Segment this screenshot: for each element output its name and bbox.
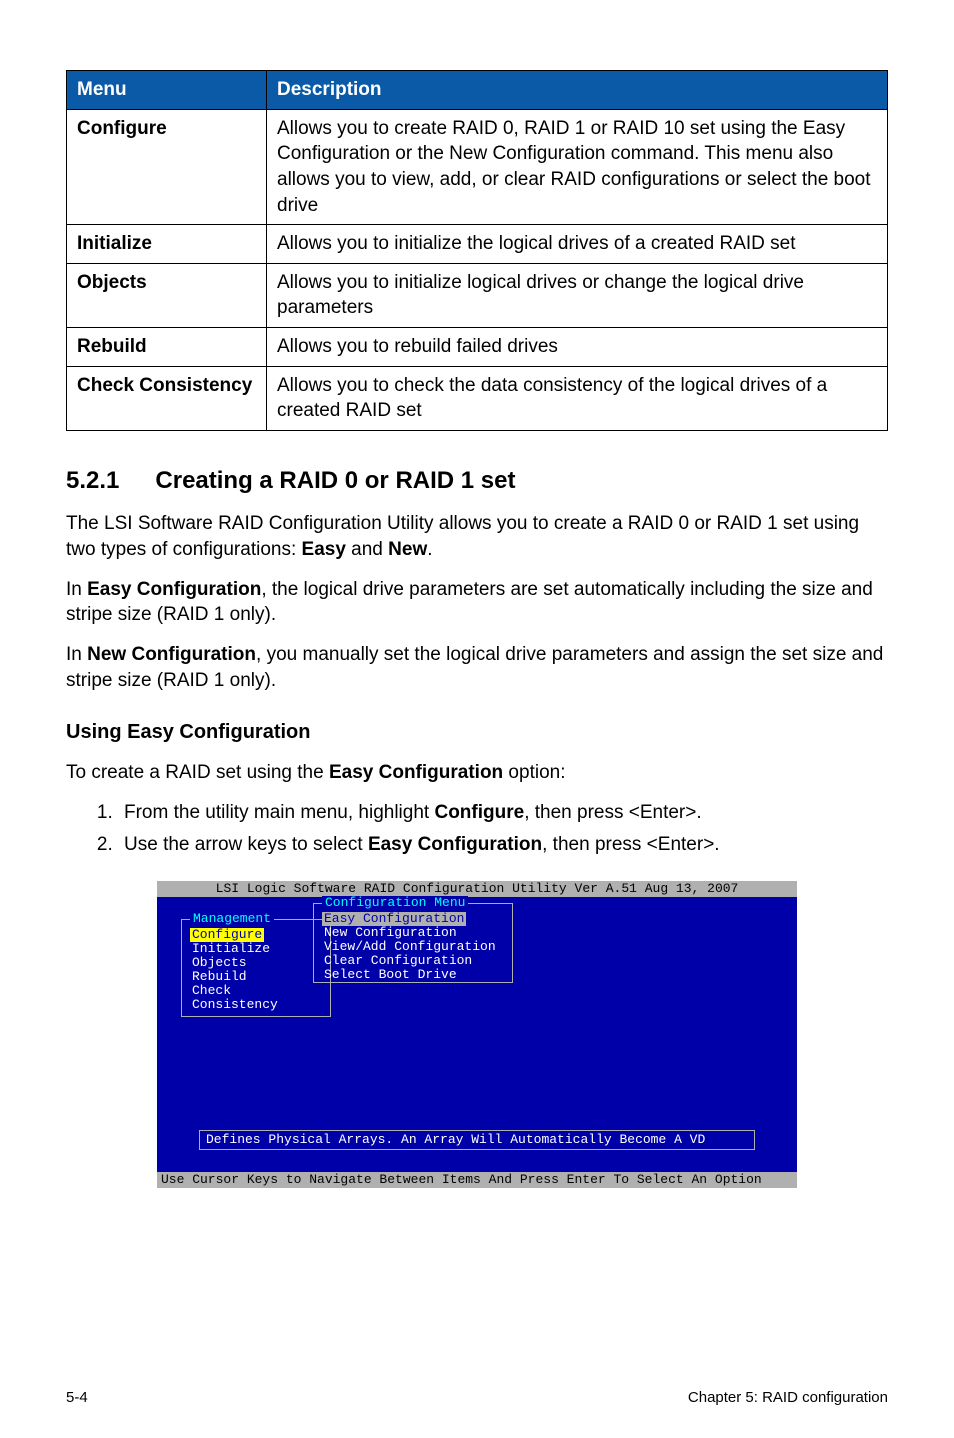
- configuration-menu-item[interactable]: New Configuration: [322, 926, 504, 940]
- bios-hint-box: Defines Physical Arrays. An Array Will A…: [199, 1130, 755, 1150]
- chapter-label: Chapter 5: RAID configuration: [688, 1388, 888, 1408]
- management-menu-label: Management: [190, 912, 274, 926]
- table-cell-menu: Rebuild: [67, 328, 267, 367]
- page-footer: 5-4 Chapter 5: RAID configuration: [66, 1388, 888, 1408]
- step-item: Use the arrow keys to select Easy Config…: [118, 832, 888, 858]
- table-cell-desc: Allows you to create RAID 0, RAID 1 or R…: [267, 109, 888, 225]
- management-menu-panel: Management Configure Initialize Objects …: [181, 919, 331, 1017]
- table-row: Rebuild Allows you to rebuild failed dri…: [67, 328, 888, 367]
- configuration-menu-item[interactable]: Clear Configuration: [322, 954, 504, 968]
- table-row: Configure Allows you to create RAID 0, R…: [67, 109, 888, 225]
- paragraph: In Easy Configuration, the logical drive…: [66, 577, 888, 628]
- section-number: 5.2.1: [66, 465, 119, 497]
- text: In: [66, 644, 87, 665]
- configuration-menu-label: Configuration Menu: [322, 896, 468, 910]
- paragraph: In New Configuration, you manually set t…: [66, 642, 888, 693]
- bold-text: Easy Configuration: [87, 579, 261, 600]
- configuration-menu-item[interactable]: Select Boot Drive: [322, 968, 504, 982]
- configuration-menu-panel: Configuration Menu Easy Configuration Ne…: [313, 903, 513, 983]
- table-header-description: Description: [267, 71, 888, 110]
- bios-title-bar: LSI Logic Software RAID Configuration Ut…: [157, 881, 797, 897]
- configuration-menu-item[interactable]: View/Add Configuration: [322, 940, 504, 954]
- table-cell-menu: Configure: [67, 109, 267, 225]
- menu-description-table: Menu Description Configure Allows you to…: [66, 70, 888, 431]
- bold-text: Easy Configuration: [329, 762, 503, 783]
- table-cell-menu: Objects: [67, 263, 267, 327]
- bold-text: New: [388, 539, 427, 560]
- bios-screenshot: LSI Logic Software RAID Configuration Ut…: [157, 881, 797, 1188]
- management-menu-item[interactable]: Objects: [190, 956, 322, 970]
- table-row: Check Consistency Allows you to check th…: [67, 366, 888, 430]
- table-cell-desc: Allows you to initialize the logical dri…: [267, 225, 888, 264]
- management-menu-item[interactable]: Check Consistency: [190, 984, 322, 1012]
- table-cell-menu: Check Consistency: [67, 366, 267, 430]
- table-cell-desc: Allows you to rebuild failed drives: [267, 328, 888, 367]
- table-row: Initialize Allows you to initialize the …: [67, 225, 888, 264]
- bios-footer-bar: Use Cursor Keys to Navigate Between Item…: [157, 1172, 797, 1188]
- paragraph: To create a RAID set using the Easy Conf…: [66, 760, 888, 786]
- text: From the utility main menu, highlight: [124, 802, 434, 823]
- section-title: Creating a RAID 0 or RAID 1 set: [155, 467, 515, 494]
- subsection-heading: Using Easy Configuration: [66, 719, 888, 746]
- management-menu-item-selected[interactable]: Configure: [190, 928, 264, 942]
- management-menu-item[interactable]: Initialize: [190, 942, 322, 956]
- text: , then press <Enter>.: [542, 834, 719, 855]
- bold-text: New Configuration: [87, 644, 256, 665]
- paragraph: The LSI Software RAID Configuration Util…: [66, 511, 888, 562]
- steps-list: From the utility main menu, highlight Co…: [66, 800, 888, 857]
- table-header-menu: Menu: [67, 71, 267, 110]
- page-number: 5-4: [66, 1388, 88, 1408]
- text: option:: [503, 762, 565, 783]
- configuration-menu-item-selected[interactable]: Easy Configuration: [322, 912, 466, 926]
- bold-text: Configure: [434, 802, 524, 823]
- bold-text: Easy: [302, 539, 346, 560]
- text: Use the arrow keys to select: [124, 834, 368, 855]
- bold-text: Easy Configuration: [368, 834, 542, 855]
- table-cell-desc: Allows you to check the data consistency…: [267, 366, 888, 430]
- bios-body: Management Configure Initialize Objects …: [157, 897, 797, 1172]
- text: The LSI Software RAID Configuration Util…: [66, 513, 859, 560]
- step-item: From the utility main menu, highlight Co…: [118, 800, 888, 826]
- text: .: [427, 539, 432, 560]
- text: , then press <Enter>.: [524, 802, 701, 823]
- text: In: [66, 579, 87, 600]
- table-cell-menu: Initialize: [67, 225, 267, 264]
- table-row: Objects Allows you to initialize logical…: [67, 263, 888, 327]
- text: and: [346, 539, 388, 560]
- management-menu-item[interactable]: Rebuild: [190, 970, 322, 984]
- text: To create a RAID set using the: [66, 762, 329, 783]
- table-cell-desc: Allows you to initialize logical drives …: [267, 263, 888, 327]
- section-heading: 5.2.1 Creating a RAID 0 or RAID 1 set: [66, 465, 888, 497]
